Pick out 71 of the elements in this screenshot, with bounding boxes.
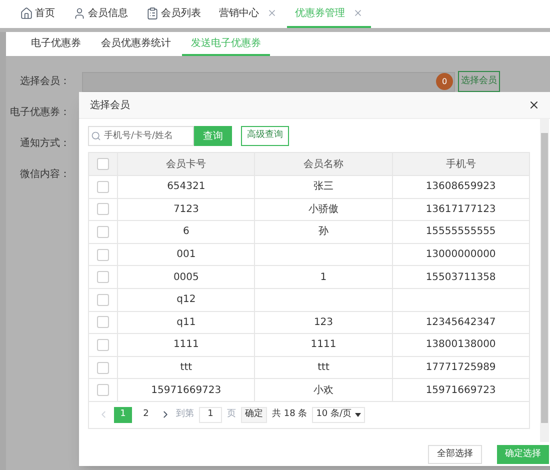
checkbox[interactable]	[97, 316, 109, 328]
table-cell-text: 654321	[167, 180, 206, 194]
page-tab[interactable]: 会员列表	[138, 0, 209, 28]
form-label: 微信内容：	[19, 168, 70, 182]
table-cell-text: q11	[176, 316, 196, 330]
checkbox[interactable]	[97, 362, 109, 374]
table-cell-text: 13000000000	[426, 248, 496, 262]
table-cell-text: 1111	[173, 338, 199, 352]
table-cell-text: 12345642347	[426, 316, 496, 330]
confirm-page-button[interactable]: 确定	[241, 406, 267, 423]
page-size-select[interactable]: 10 条/页	[312, 406, 365, 423]
sub-tab[interactable]: 电子优惠券	[22, 32, 90, 56]
table-cell-text: 13608659923	[426, 180, 496, 194]
user-icon	[73, 6, 86, 20]
table-cell-text: 0005	[173, 270, 199, 285]
checkbox[interactable]	[97, 180, 109, 193]
table-cell-text: 15971669723	[151, 384, 222, 398]
column-header: 会员名称	[303, 158, 344, 172]
table-cell-text: 15971669723	[426, 384, 496, 398]
page-tab[interactable]: 会员信息	[65, 0, 136, 28]
table-cell-text: q12	[176, 293, 196, 308]
clipboard-icon	[146, 6, 159, 20]
table-cell-text: 张三	[313, 180, 334, 194]
table-cell-text: 15555555555	[426, 225, 496, 240]
table-cell-text: 001	[176, 248, 196, 262]
table-cell-text: 1111	[310, 338, 336, 352]
checkbox[interactable]	[97, 294, 109, 306]
count-badge: 0	[436, 73, 453, 90]
checkbox[interactable]	[97, 248, 109, 261]
checkbox[interactable]	[97, 226, 109, 238]
checkbox[interactable]	[97, 203, 109, 216]
table-cell-text: 6	[182, 225, 190, 240]
checkbox[interactable]	[97, 271, 109, 284]
member-field[interactable]: 0	[82, 72, 455, 92]
checkbox[interactable]	[97, 384, 109, 396]
form-label: 通知方式：	[19, 136, 70, 151]
table-cell-text: 17771725989	[426, 361, 496, 376]
table-cell-text: 1	[320, 270, 327, 285]
checkbox[interactable]	[97, 158, 109, 170]
table-cell-text: 7123	[173, 202, 199, 217]
select-all-button[interactable]: 全部选择	[428, 445, 482, 464]
page-input[interactable]: 1	[199, 406, 222, 423]
home-icon	[20, 6, 33, 20]
table-cell-text: 13617177123	[426, 202, 496, 217]
page-tab[interactable]: 营销中心	[211, 0, 285, 28]
column-header: 会员卡号	[166, 158, 206, 172]
search-field[interactable]: 手机号/卡号/姓名	[88, 126, 194, 146]
goto-label: 到第	[176, 408, 194, 422]
page-unit: 页	[227, 408, 236, 422]
table-cell-text: ttt	[180, 361, 192, 376]
scrollbar[interactable]	[541, 133, 548, 423]
table-cell-text: 123	[314, 316, 334, 330]
page-tab[interactable]: 首页	[12, 0, 63, 28]
advanced-query-button[interactable]: 高级查询	[241, 126, 289, 146]
close-icon[interactable]	[528, 99, 540, 111]
page-button[interactable]: 2	[137, 406, 155, 423]
table-cell-text: ttt	[318, 361, 330, 376]
search-icon	[91, 131, 101, 141]
table-cell-text: 小骄傲	[308, 202, 338, 217]
dropdown-icon	[354, 412, 361, 417]
table-cell-text: 孙	[318, 225, 328, 240]
column-header: 手机号	[446, 158, 476, 172]
form-label: 选择会员：	[19, 74, 70, 89]
sub-tab[interactable]: 会员优惠券统计	[92, 32, 180, 56]
table-cell-text: 15503711358	[426, 270, 496, 285]
total-count: 共 18 条	[272, 408, 308, 422]
table-cell-text: 13800138000	[426, 338, 496, 352]
form-label: 电子优惠券：	[9, 106, 70, 120]
checkbox[interactable]	[97, 338, 109, 351]
table-cell-text: 小欢	[313, 384, 334, 398]
modal-title: 选择会员	[90, 98, 130, 112]
